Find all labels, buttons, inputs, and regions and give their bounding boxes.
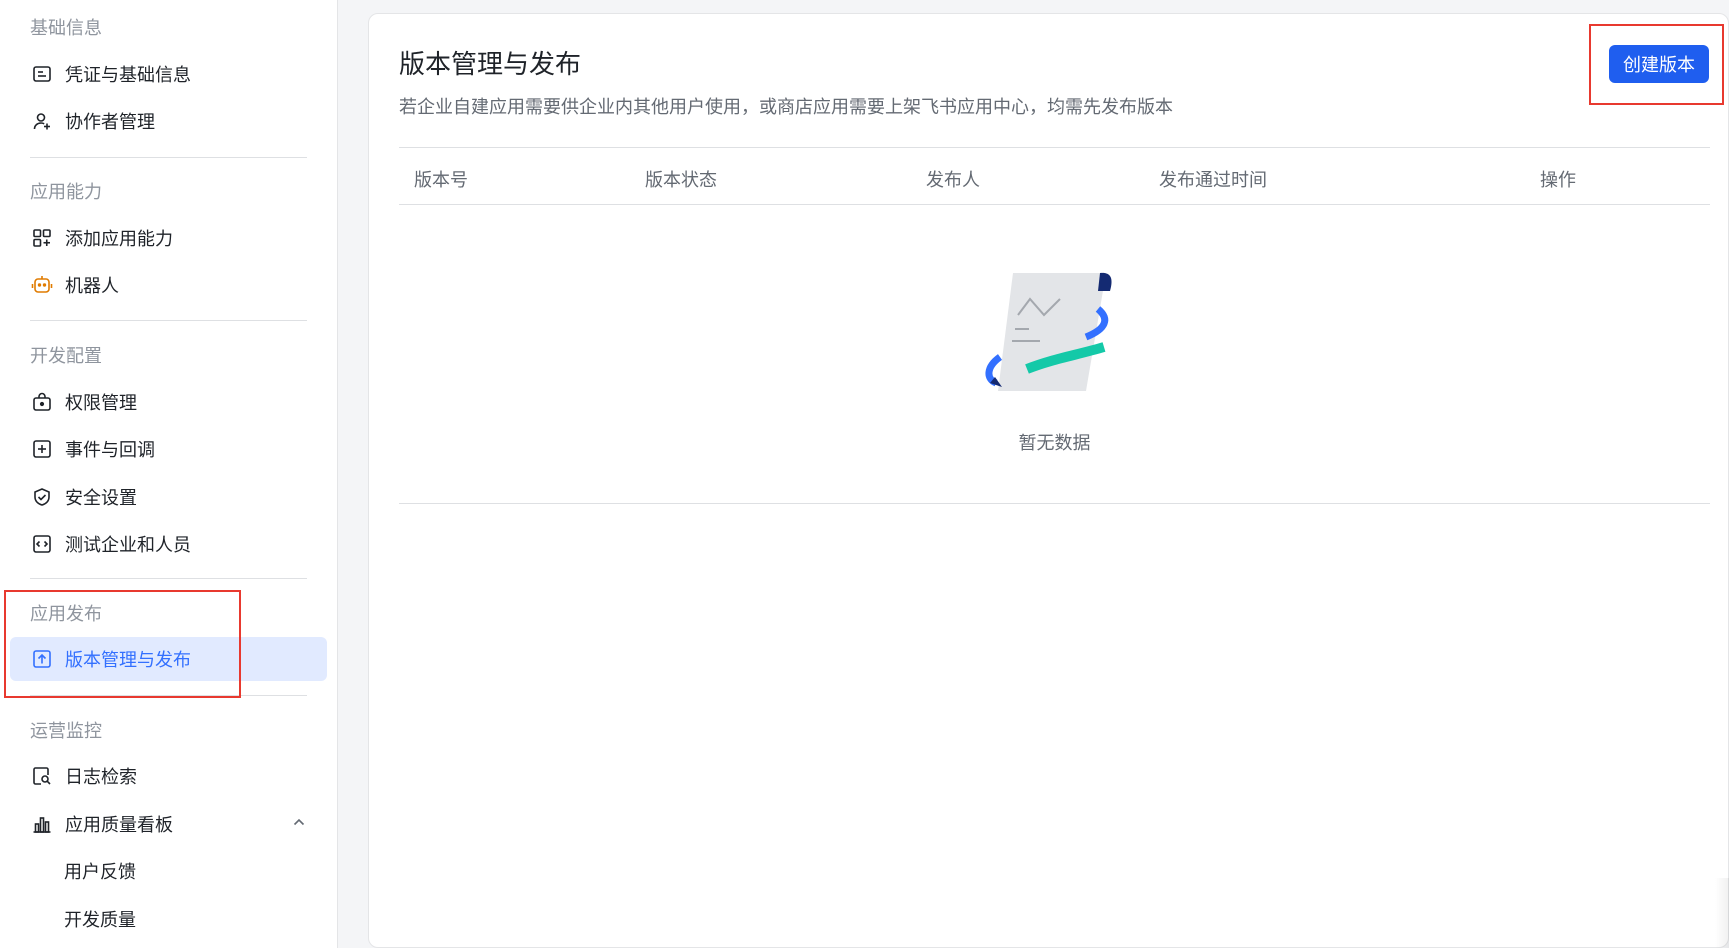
column-header-actions: 操作 xyxy=(1540,170,1576,191)
main-panel: 版本管理与发布 若企业自建应用需要供企业内其他用户使用，或商店应用需要上架飞书应… xyxy=(368,13,1729,948)
column-header-status: 版本状态 xyxy=(645,170,717,191)
sidebar-item-label: 日志检索 xyxy=(65,767,137,788)
apps-add-icon xyxy=(31,227,53,249)
user-add-icon xyxy=(31,110,53,132)
event-icon xyxy=(31,438,53,460)
group-title-ops-monitor: 运营监控 xyxy=(30,721,102,742)
sidebar-item-dev-quality[interactable]: 开发质量 xyxy=(10,897,327,941)
empty-state-text: 暂无数据 xyxy=(1018,433,1091,454)
sidebar-item-quality-board[interactable]: 应用质量看板 xyxy=(10,802,327,846)
divider xyxy=(30,157,307,158)
sidebar-item-permissions[interactable]: 权限管理 xyxy=(10,380,327,424)
sidebar-item-label: 添加应用能力 xyxy=(65,229,173,250)
sidebar-item-collaborators[interactable]: 协作者管理 xyxy=(10,99,327,143)
version-table: 版本号 版本状态 发布人 发布通过时间 操作 暂无数据 xyxy=(399,147,1710,504)
page-description: 若企业自建应用需要供企业内其他用户使用，或商店应用需要上架飞书应用中心，均需先发… xyxy=(399,97,1173,118)
empty-document-illustration xyxy=(985,272,1112,391)
group-title-basic-info: 基础信息 xyxy=(30,18,102,39)
sidebar-item-label: 安全设置 xyxy=(65,488,137,509)
sidebar-item-log-search[interactable]: 日志检索 xyxy=(10,754,327,798)
highlight-box-publish xyxy=(4,590,241,698)
shield-icon xyxy=(31,486,53,508)
log-search-icon xyxy=(31,765,53,787)
window-edge-shadow xyxy=(1715,878,1729,948)
sidebar-item-label: 用户反馈 xyxy=(64,862,136,883)
robot-icon xyxy=(31,274,53,296)
sidebar-item-security[interactable]: 安全设置 xyxy=(10,475,327,519)
sidebar: 基础信息 凭证与基础信息 协作者管理 应用能力 添加应用能力 机器人 开发配置 … xyxy=(0,0,338,948)
sidebar-item-user-feedback[interactable]: 用户反馈 xyxy=(10,849,327,893)
sidebar-item-test-org[interactable]: 测试企业和人员 xyxy=(10,522,327,566)
sidebar-item-label: 机器人 xyxy=(65,276,119,297)
sidebar-item-events[interactable]: 事件与回调 xyxy=(10,427,327,471)
code-icon xyxy=(31,533,53,555)
group-title-app-capability: 应用能力 xyxy=(30,182,102,203)
group-title-dev-config: 开发配置 xyxy=(30,346,102,367)
sidebar-item-credentials[interactable]: 凭证与基础信息 xyxy=(10,52,327,96)
sidebar-item-label: 权限管理 xyxy=(65,393,137,414)
column-header-publisher: 发布人 xyxy=(926,170,980,191)
column-header-publish-time: 发布通过时间 xyxy=(1159,170,1267,191)
page-title: 版本管理与发布 xyxy=(399,50,582,80)
highlight-box-create xyxy=(1589,24,1724,105)
credential-icon xyxy=(31,63,53,85)
sidebar-item-label: 开发质量 xyxy=(64,910,136,931)
divider xyxy=(30,320,307,321)
empty-state: 暂无数据 xyxy=(399,205,1710,504)
sidebar-item-robot[interactable]: 机器人 xyxy=(10,263,327,307)
column-header-version: 版本号 xyxy=(414,170,468,191)
sidebar-item-label: 应用质量看板 xyxy=(65,815,173,836)
table-header: 版本号 版本状态 发布人 发布通过时间 操作 xyxy=(399,147,1710,205)
lock-icon xyxy=(31,391,53,413)
sidebar-item-label: 凭证与基础信息 xyxy=(65,65,191,86)
sidebar-item-label: 协作者管理 xyxy=(65,112,155,133)
chevron-up-icon[interactable] xyxy=(291,814,307,834)
divider xyxy=(30,578,307,579)
sidebar-item-label: 事件与回调 xyxy=(65,440,155,461)
sidebar-item-label: 测试企业和人员 xyxy=(65,535,191,556)
bar-chart-icon xyxy=(31,813,53,835)
sidebar-item-add-capability[interactable]: 添加应用能力 xyxy=(10,216,327,260)
